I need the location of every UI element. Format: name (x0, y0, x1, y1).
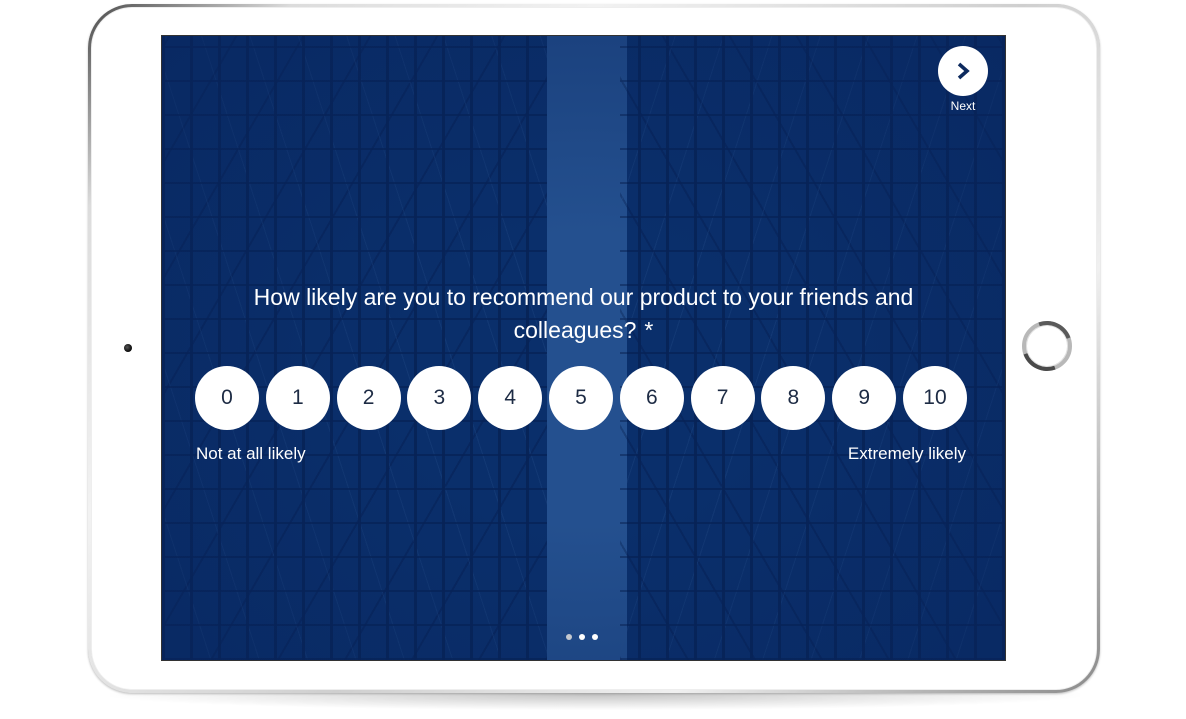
scale-option-7[interactable]: 7 (690, 366, 755, 430)
scale-option-5[interactable]: 5 (548, 366, 613, 430)
question-label: How likely are you to recommend our prod… (253, 284, 914, 343)
nps-scale: 0 1 2 3 4 5 6 7 8 9 10 (195, 366, 967, 430)
question-text: How likely are you to recommend our prod… (192, 281, 975, 347)
home-button[interactable] (1022, 321, 1072, 371)
page-dot-1[interactable] (566, 634, 572, 640)
scale-option-4[interactable]: 4 (478, 366, 543, 430)
scale-option-1[interactable]: 1 (265, 366, 330, 430)
scale-option-6[interactable]: 6 (619, 366, 684, 430)
survey-screen: Next How likely are you to recommend our… (162, 36, 1005, 660)
scale-option-10[interactable]: 10 (902, 366, 967, 430)
scale-high-label: Extremely likely (847, 444, 966, 463)
scale-option-8[interactable]: 8 (761, 366, 826, 430)
next-label: Next (950, 99, 976, 113)
scale-low-label: Not at all likely (196, 444, 306, 463)
required-marker: * (644, 317, 654, 343)
scale-option-2[interactable]: 2 (336, 366, 401, 430)
camera-icon (124, 344, 132, 352)
page-dot-3[interactable] (592, 634, 598, 640)
next-button[interactable] (938, 46, 988, 96)
chevron-right-icon (957, 62, 970, 80)
scale-option-0[interactable]: 0 (195, 366, 259, 430)
background-vignette (162, 36, 1005, 660)
scale-option-3[interactable]: 3 (407, 366, 472, 430)
page-dot-2[interactable] (579, 634, 585, 640)
page-indicator (566, 634, 598, 640)
scale-option-9[interactable]: 9 (832, 366, 897, 430)
